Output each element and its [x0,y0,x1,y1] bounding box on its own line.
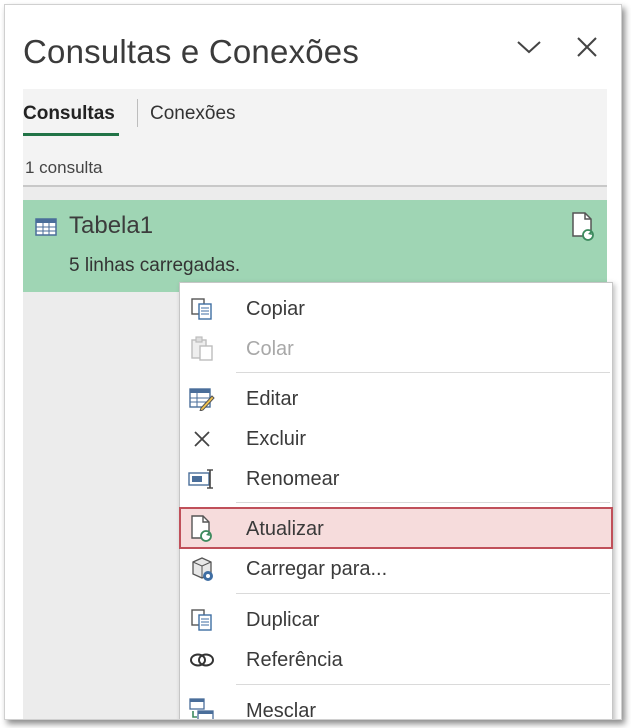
delete-x-icon [188,425,216,453]
menu-item-label: Copiar [246,298,305,320]
context-menu: Copiar Colar Editar Excluir Renomear Atu… [179,282,613,720]
menu-item-label: Atualizar [246,518,324,540]
merge-icon [188,697,216,719]
active-tab-indicator [23,133,119,136]
menu-item-label: Mesclar [246,700,317,720]
refresh-document-icon[interactable] [571,212,595,247]
load-to-icon [188,555,216,583]
menu-item-copiar[interactable]: Copiar [180,288,612,328]
tab-consultas[interactable]: Consultas [23,103,115,125]
menu-item-excluir[interactable]: Excluir [180,418,612,458]
table-icon [35,218,57,241]
menu-item-referencia[interactable]: Referência [180,639,612,679]
menu-item-editar[interactable]: Editar [180,378,612,418]
menu-item-duplicar[interactable]: Duplicar [180,599,612,639]
menu-item-colar[interactable]: Colar [180,328,612,368]
query-name: Tabela1 [69,212,154,239]
tab-bar: Consultas Conexões [23,89,607,145]
menu-separator [236,593,610,594]
menu-item-carregar-para[interactable]: Carregar para... [180,548,612,588]
menu-item-label: Excluir [246,428,307,450]
query-item-tabela1[interactable]: Tabela1 5 linhas carregadas. [23,200,607,292]
menu-item-label: Duplicar [246,609,320,631]
pane-title: Consultas e Conexões [23,33,360,70]
menu-item-atualizar[interactable]: Atualizar [179,507,613,549]
query-status: 5 linhas carregadas. [69,255,241,276]
collapse-chevron-button[interactable] [513,31,545,63]
close-pane-button[interactable] [571,31,603,63]
menu-item-mesclar[interactable]: Mesclar [180,690,612,720]
menu-item-label: Colar [246,338,294,360]
queries-connections-pane: Consultas e Conexões Consultas Conexões … [4,4,622,720]
rename-icon [188,465,216,493]
query-count-bar: 1 consulta [23,145,607,185]
menu-item-label: Referência [246,649,343,671]
tab-divider [137,99,138,127]
menu-separator [236,684,610,685]
close-icon [577,37,597,57]
menu-item-label: Editar [246,388,299,410]
refresh-document-icon [188,515,216,543]
menu-separator [236,502,610,503]
menu-item-label: Carregar para... [246,558,388,580]
paste-icon [188,335,216,363]
menu-item-label: Renomear [246,468,340,490]
reference-link-icon [188,646,216,674]
duplicate-icon [188,606,216,634]
edit-table-icon [188,385,216,413]
tab-conexoes[interactable]: Conexões [150,103,236,125]
copy-icon [188,295,216,323]
chevron-down-icon [517,41,541,54]
query-count-label: 1 consulta [25,158,103,177]
menu-item-renomear[interactable]: Renomear [180,458,612,498]
menu-separator [236,372,610,373]
